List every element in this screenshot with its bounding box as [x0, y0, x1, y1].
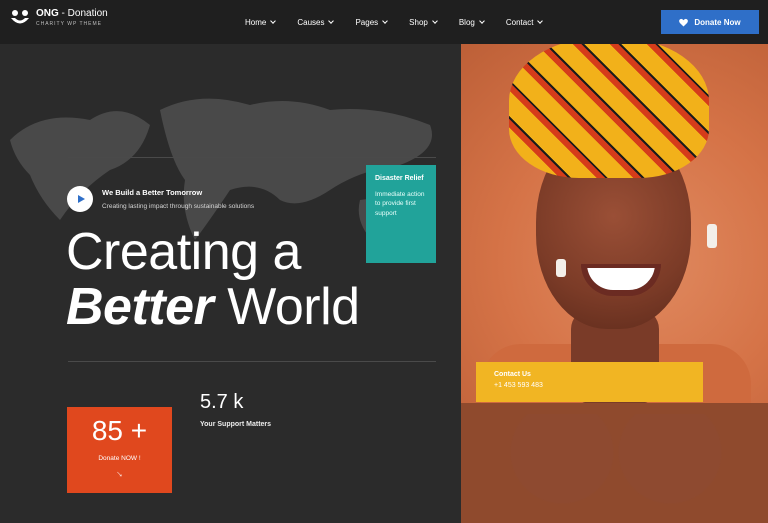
relief-title: Disaster Relief	[375, 175, 424, 182]
chevron-down-icon	[432, 18, 438, 24]
logo-title: ONG - Donation	[36, 8, 108, 19]
chevron-down-icon	[382, 18, 388, 24]
nav-item-home[interactable]: Home	[245, 18, 277, 27]
tagline-title: We Build a Better Tomorrow	[102, 188, 203, 197]
arrow-down-right-icon: →	[112, 466, 127, 481]
nav-item-contact[interactable]: Contact	[506, 18, 544, 27]
nav-item-causes[interactable]: Causes	[297, 18, 335, 27]
logo-tagline: CHARITY WP THEME	[36, 21, 103, 27]
hands-heart-icon	[10, 9, 30, 27]
heart-icon	[679, 18, 689, 27]
donate-card-label: Donate NOW !	[98, 455, 141, 462]
donate-now-button[interactable]: Donate Now	[661, 10, 759, 34]
nav-item-pages[interactable]: Pages	[355, 18, 388, 27]
donate-stat-card[interactable]: 85 + Donate NOW ! →	[67, 407, 172, 493]
photo-heart-hands	[481, 414, 751, 523]
contact-title: Contact Us	[494, 371, 531, 378]
divider-bottom	[68, 361, 436, 362]
support-count: 5.7 k	[200, 391, 244, 413]
chevron-down-icon	[328, 18, 335, 24]
site-header: ONG - Donation CHARITY WP THEME Home Cau…	[0, 0, 768, 44]
headline-rest: World	[213, 278, 360, 336]
headline-bold-word: Better	[66, 278, 214, 336]
disaster-relief-card[interactable]: Disaster Relief Immediate action to prov…	[366, 165, 436, 263]
donate-now-label: Donate Now	[694, 17, 741, 27]
nav-item-blog[interactable]: Blog	[459, 18, 485, 27]
play-video-button[interactable]	[67, 186, 93, 212]
headline-line-1: Creating a	[66, 223, 301, 281]
main-nav: Home Causes Pages Shop Blog Contact	[245, 0, 544, 44]
chevron-down-icon	[270, 18, 277, 24]
support-label: Your Support Matters	[200, 421, 272, 428]
divider-top	[68, 157, 436, 158]
photo-earring-right	[707, 224, 717, 248]
contact-phone[interactable]: +1 453 593 483	[494, 382, 685, 389]
chevron-down-icon	[537, 18, 544, 24]
photo-headwrap	[509, 44, 709, 178]
nav-item-shop[interactable]: Shop	[409, 18, 438, 27]
tagline-subtitle: Creating lasting impact through sustaina…	[102, 203, 255, 210]
donate-count: 85 +	[91, 415, 148, 446]
play-icon	[77, 195, 85, 203]
site-logo[interactable]: ONG - Donation CHARITY WP THEME	[10, 9, 108, 27]
relief-text: Immediate action to provide first suppor…	[375, 191, 425, 217]
photo-earring-left	[556, 259, 566, 277]
hero-photo-woman-smiling	[461, 44, 768, 523]
chevron-down-icon	[479, 18, 485, 24]
headline-line-2: Better World	[66, 281, 360, 333]
contact-box[interactable]: Contact Us +1 453 593 483	[476, 362, 703, 402]
